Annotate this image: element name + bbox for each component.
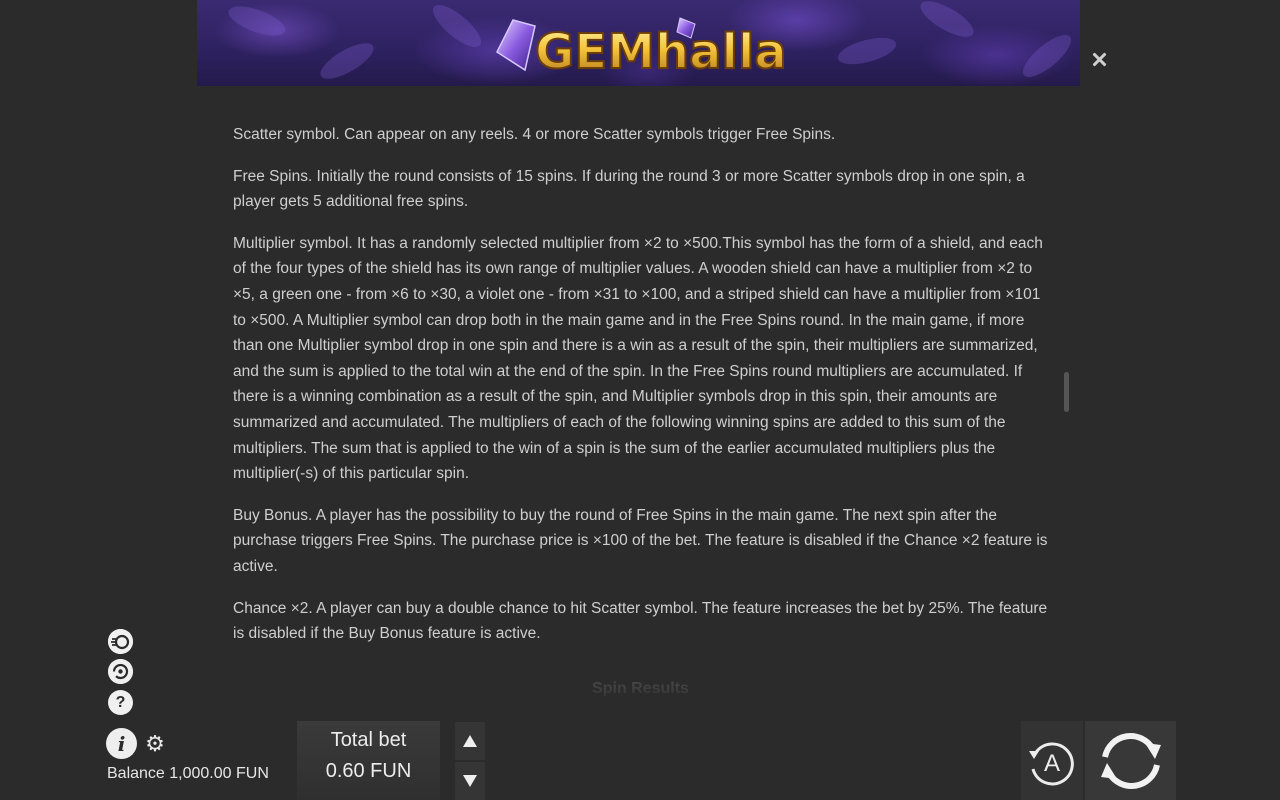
rules-content[interactable]: Scatter symbol. Can appear on any reels.… [233,86,1048,706]
rule-paragraph-multiplier: Multiplier symbol. It has a randomly sel… [233,234,1043,483]
total-bet-panel: Total bet 0.60 FUN [297,721,440,800]
turbo-spin-icon[interactable] [108,629,133,654]
info-icon[interactable]: i [106,728,137,759]
rule-paragraph-buy-bonus: Buy Bonus. A player has the possibility … [233,506,1048,575]
bet-decrease-button[interactable] [455,762,485,800]
close-icon[interactable] [1088,48,1112,72]
help-icon[interactable]: ? [108,690,133,715]
section-title-spin-results: Spin Results [592,680,689,697]
game-logo: GEMhalla [495,12,795,81]
bet-increase-button[interactable] [455,722,485,760]
total-bet-label: Total bet [330,729,407,751]
rule-paragraph-scatter: Scatter symbol. Can appear on any reels.… [233,126,836,143]
svg-text:GEMhalla: GEMhalla [535,24,787,80]
rule-paragraph-chance-x2: Chance ×2. A player can buy a double cha… [233,599,1048,643]
spin-button[interactable] [1085,721,1176,800]
rule-paragraph-free-spins: Free Spins. Initially the round consists… [233,167,1025,211]
autoplay-settings-icon[interactable] [108,659,133,684]
autoplay-button[interactable]: A [1021,721,1083,800]
rules-scrollbar[interactable] [1064,372,1069,412]
svg-text:A: A [1044,750,1060,777]
total-bet-value: 0.60 FUN [325,760,412,782]
gear-icon[interactable]: ⚙ [144,733,166,755]
balance-display: Balance 1,000.00 FUN [107,765,269,782]
